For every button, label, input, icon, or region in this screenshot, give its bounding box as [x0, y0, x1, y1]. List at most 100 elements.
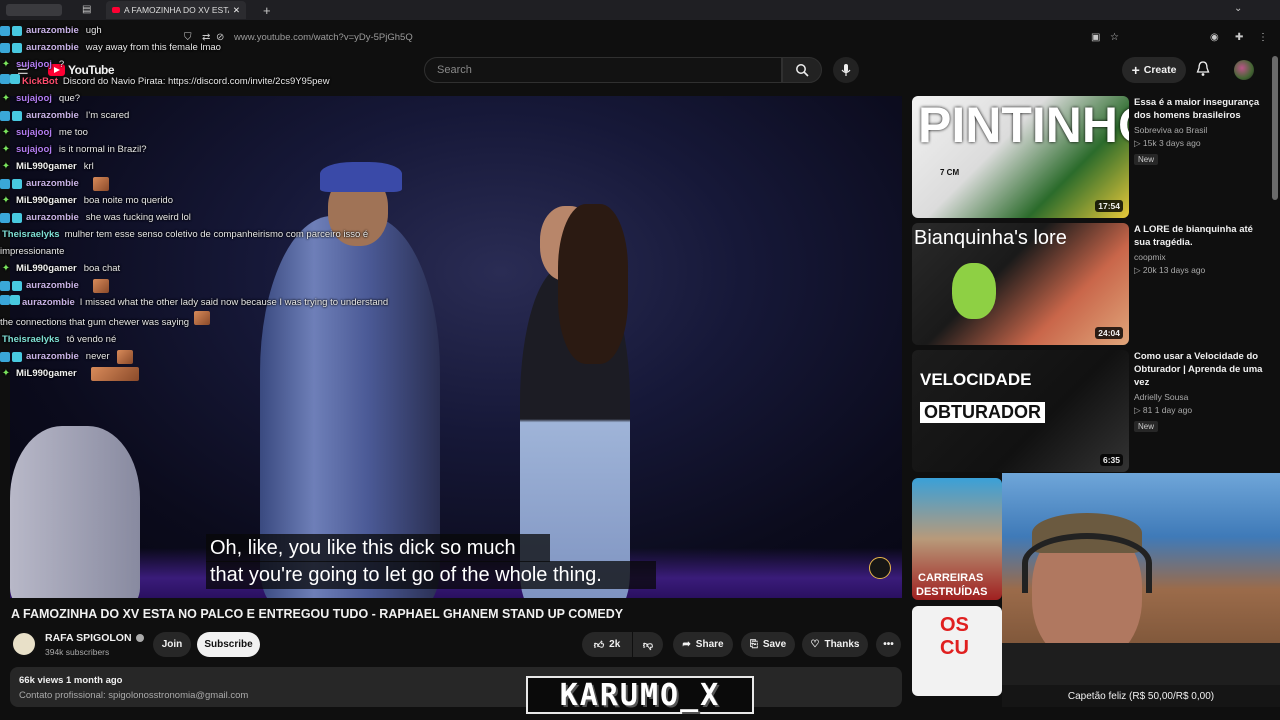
- thumbnail-caption: OS CU: [940, 614, 969, 659]
- close-tab-icon[interactable]: ✕: [233, 5, 240, 16]
- chat-username[interactable]: sujajooj: [16, 90, 52, 107]
- star-badge-icon: ✦: [1, 59, 11, 70]
- chat-text: is it normal in Brazil?: [58, 144, 147, 155]
- chat-message: aurazombie she was fucking weird lol: [0, 209, 390, 226]
- chat-text: me too: [58, 127, 88, 138]
- chevron-down-icon[interactable]: ⌄: [1234, 3, 1242, 14]
- dislike-button[interactable]: 👎︎: [633, 632, 663, 657]
- recommended-info: Como usar a Velocidade do Obturador | Ap…: [1134, 350, 1270, 434]
- recommended-channel[interactable]: Adrielly Sousa: [1134, 392, 1270, 402]
- account-icon[interactable]: ◉: [1210, 32, 1219, 43]
- subscriber-badge-icon: [12, 351, 22, 362]
- subscriber-badge-icon: [12, 25, 22, 36]
- video-thumbnail[interactable]: Bianquinha's lore 24:04: [912, 223, 1129, 345]
- chat-username[interactable]: sujajooj: [16, 56, 52, 73]
- join-button[interactable]: Join: [153, 632, 191, 657]
- recommended-channel[interactable]: Sobreviva ao Brasil: [1134, 125, 1270, 135]
- chat-username[interactable]: MiL990gamer: [16, 192, 77, 209]
- thumbnail-caption-2: DESTRUÍDAS: [916, 586, 988, 598]
- chat-username[interactable]: aurazombie: [26, 277, 79, 294]
- recommended-meta: ▷ 20k 13 days ago: [1134, 265, 1206, 275]
- chat-username[interactable]: Theisraelyks: [2, 331, 60, 348]
- save-button[interactable]: ⎘ Save: [741, 632, 795, 657]
- tab-group-button[interactable]: [6, 4, 62, 16]
- chat-username[interactable]: aurazombie: [26, 107, 79, 124]
- moderator-badge-icon: [0, 280, 10, 291]
- chat-text: que?: [58, 93, 81, 104]
- alien-figure-icon: [952, 263, 996, 319]
- star-badge-icon: ✦: [1, 144, 11, 155]
- chat-username[interactable]: MiL990gamer: [16, 260, 77, 277]
- streamer-shirt: [1002, 643, 1280, 685]
- channel-avatar[interactable]: [11, 631, 37, 657]
- bookmark-star-icon[interactable]: ☆: [1110, 32, 1119, 43]
- bystander-figure: [10, 426, 140, 598]
- chat-username[interactable]: MiL990gamer: [16, 365, 77, 382]
- chat-username[interactable]: aurazombie: [26, 175, 79, 192]
- subtitle-line-2: that you're going to let go of the whole…: [206, 561, 656, 589]
- chat-message: aurazombie way away from this female lmao: [0, 39, 390, 56]
- recommended-title[interactable]: Como usar a Velocidade do Obturador | Ap…: [1134, 350, 1270, 389]
- chat-text: never: [85, 351, 110, 362]
- chat-text: boa noite mo querido: [83, 195, 173, 206]
- voice-search-button[interactable]: [833, 57, 859, 83]
- search-button[interactable]: [782, 57, 822, 83]
- more-actions-button[interactable]: •••: [876, 632, 901, 657]
- chat-username[interactable]: aurazombie: [26, 39, 79, 56]
- create-label: Create: [1143, 64, 1177, 76]
- thanks-label: Thanks: [824, 639, 860, 650]
- chat-text: boa chat: [83, 263, 121, 274]
- extensions-icon[interactable]: ✚: [1235, 32, 1243, 43]
- recommended-title[interactable]: A LORE de bianquinha até sua tragédia.: [1134, 223, 1270, 249]
- video-thumbnail[interactable]: CARREIRAS DESTRUÍDAS: [912, 478, 1002, 600]
- menu-dots-icon[interactable]: ⋮: [1258, 32, 1268, 43]
- chat-username[interactable]: MiL990gamer: [16, 158, 77, 175]
- save-label: Save: [762, 639, 787, 650]
- chat-username[interactable]: aurazombie: [26, 22, 79, 39]
- subscribe-button[interactable]: Subscribe: [197, 632, 260, 657]
- recommended-channel[interactable]: coopmix: [1134, 252, 1270, 262]
- chat-username[interactable]: aurazombie: [22, 297, 75, 308]
- chat-username[interactable]: aurazombie: [26, 348, 79, 365]
- video-thumbnail[interactable]: PINTINHO 7 CM 17:54: [912, 96, 1129, 218]
- description-box[interactable]: 66k views 1 month ago Contato profission…: [10, 667, 902, 707]
- channel-watermark-icon[interactable]: [869, 557, 891, 579]
- subscriber-badge-icon: [12, 280, 22, 291]
- chat-username[interactable]: sujajooj: [16, 124, 52, 141]
- thumbnail-caption: VELOCIDADE: [920, 370, 1032, 389]
- chat-username[interactable]: KickBot: [22, 76, 58, 87]
- video-thumbnail[interactable]: VELOCIDADE OBTURADOR 6:35: [912, 350, 1129, 472]
- share-button[interactable]: ➦ Share: [673, 632, 733, 657]
- chat-message: aurazombie I'm scared: [0, 107, 390, 124]
- chat-text: Discord do Navio Pirata: https://discord…: [62, 76, 330, 87]
- notifications-bell-icon[interactable]: [1196, 61, 1210, 77]
- user-avatar[interactable]: [1234, 60, 1254, 80]
- star-badge-icon: ✦: [1, 368, 11, 379]
- chat-message: aurazombie: [0, 277, 390, 294]
- chat-message: ✦ MiL990gamer krl: [0, 158, 390, 175]
- thanks-button[interactable]: ♡ Thanks: [802, 632, 868, 657]
- recommended-title[interactable]: Essa é a maior insegurança dos homens br…: [1134, 96, 1270, 122]
- browser-tab-active[interactable]: A FAMOZINHA DO XV ESTA NO ✕: [106, 1, 246, 19]
- streamer-webcam: [1002, 473, 1280, 685]
- moderator-badge-icon: [0, 295, 10, 305]
- chat-message: ✦ sujajooj que?: [0, 90, 390, 107]
- donation-goal-bar: Capetão feliz (R$ 50,00/R$ 0,00): [1002, 685, 1280, 707]
- chat-text: tô vendo né: [66, 334, 117, 345]
- chat-username[interactable]: aurazombie: [26, 209, 79, 226]
- new-tab-icon[interactable]: +: [263, 3, 271, 18]
- chat-username[interactable]: Theisraelyks: [2, 229, 60, 240]
- channel-name-text[interactable]: RAFA SPIGOLON: [45, 632, 132, 644]
- like-button[interactable]: 👍︎ 2k: [582, 632, 632, 657]
- chat-username[interactable]: sujajooj: [16, 141, 52, 158]
- create-button[interactable]: + Create: [1122, 57, 1186, 83]
- stream-chat-overlay: aurazombie ugh aurazombie way away from thi…: [0, 22, 390, 382]
- tab-list-icon[interactable]: ▤: [82, 4, 91, 15]
- channel-name[interactable]: RAFA SPIGOLON: [45, 632, 144, 644]
- video-thumbnail[interactable]: OS CU: [912, 606, 1002, 696]
- chat-message: ✦ MiL990gamer: [0, 365, 390, 382]
- picture-in-picture-icon[interactable]: ▣: [1091, 32, 1100, 43]
- emote-icon: [116, 349, 133, 364]
- search-input[interactable]: Search: [424, 57, 782, 83]
- sidebar-scrollbar[interactable]: [1272, 56, 1278, 200]
